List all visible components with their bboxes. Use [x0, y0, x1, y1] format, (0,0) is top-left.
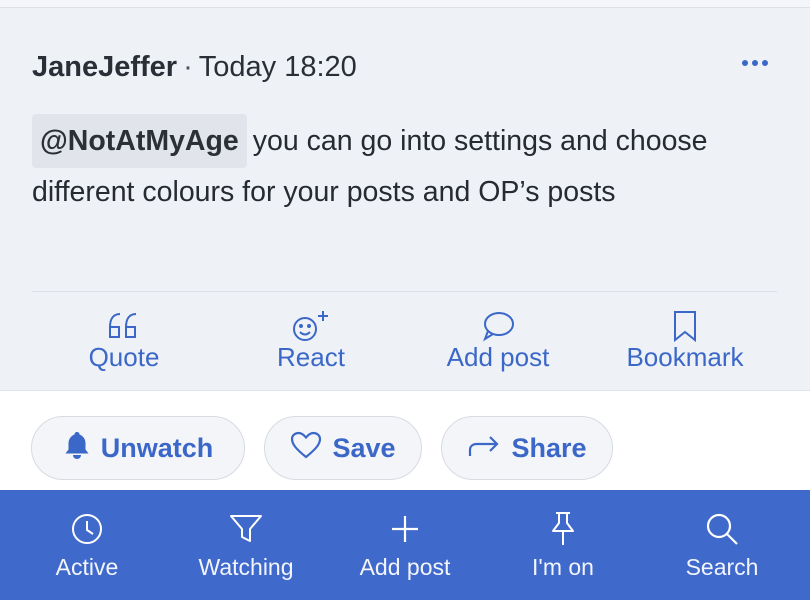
quote-button[interactable]: Quote: [39, 308, 209, 373]
share-label: Share: [511, 432, 587, 463]
react-label: React: [277, 342, 345, 372]
plus-icon: [389, 510, 421, 548]
bottom-tab-bar: Active Watching Add post I'm on Search: [0, 490, 810, 600]
smiley-plus-icon: [291, 308, 331, 344]
bookmark-icon: [671, 308, 699, 344]
add-post-action-label: Add post: [446, 342, 550, 372]
post-timestamp[interactable]: Today 18:20: [199, 51, 357, 83]
react-button[interactable]: React: [226, 308, 396, 373]
unwatch-button[interactable]: Unwatch: [31, 416, 245, 480]
filter-icon: [229, 510, 263, 548]
tab-active-label: Active: [55, 554, 119, 580]
unwatch-label: Unwatch: [100, 432, 214, 463]
save-label: Save: [332, 432, 396, 463]
add-post-action-button[interactable]: Add post: [413, 308, 583, 373]
bookmark-label: Bookmark: [626, 342, 744, 372]
clock-icon: [70, 510, 104, 548]
share-button[interactable]: Share: [441, 416, 613, 480]
tab-im-on[interactable]: I'm on: [488, 510, 638, 582]
bookmark-button[interactable]: Bookmark: [600, 308, 770, 373]
bell-icon: [63, 430, 91, 467]
button-row: Unwatch Save Share: [0, 404, 810, 490]
tab-search-label: Search: [685, 554, 759, 580]
tab-add-post[interactable]: Add post: [330, 510, 480, 582]
author-name[interactable]: JaneJeffer: [32, 51, 177, 83]
quote-icon: [107, 308, 141, 344]
actions-divider: [32, 291, 777, 292]
heart-icon: [290, 431, 322, 466]
post-card: JaneJeffer · Today 18:20 @NotAtMyAge you ca…: [0, 8, 810, 391]
save-button[interactable]: Save: [264, 416, 422, 480]
post-header: JaneJeffer · Today 18:20: [32, 50, 357, 84]
tab-watching[interactable]: Watching: [171, 510, 321, 582]
pin-icon: [549, 510, 577, 548]
top-strip: [0, 0, 810, 8]
magnifier-icon: [705, 510, 739, 548]
tab-im-on-label: I'm on: [532, 554, 594, 580]
share-arrow-icon: [467, 432, 501, 465]
tab-watching-label: Watching: [198, 554, 294, 580]
speech-bubble-icon: [480, 308, 516, 344]
quote-label: Quote: [88, 342, 160, 372]
more-options-icon[interactable]: [742, 60, 768, 66]
user-mention[interactable]: @NotAtMyAge: [32, 114, 247, 168]
tab-active[interactable]: Active: [12, 510, 162, 582]
header-separator: ·: [183, 51, 193, 83]
post-body: @NotAtMyAge you can go into settings and …: [32, 114, 752, 216]
tab-add-post-label: Add post: [359, 554, 451, 580]
tab-search[interactable]: Search: [647, 510, 797, 582]
